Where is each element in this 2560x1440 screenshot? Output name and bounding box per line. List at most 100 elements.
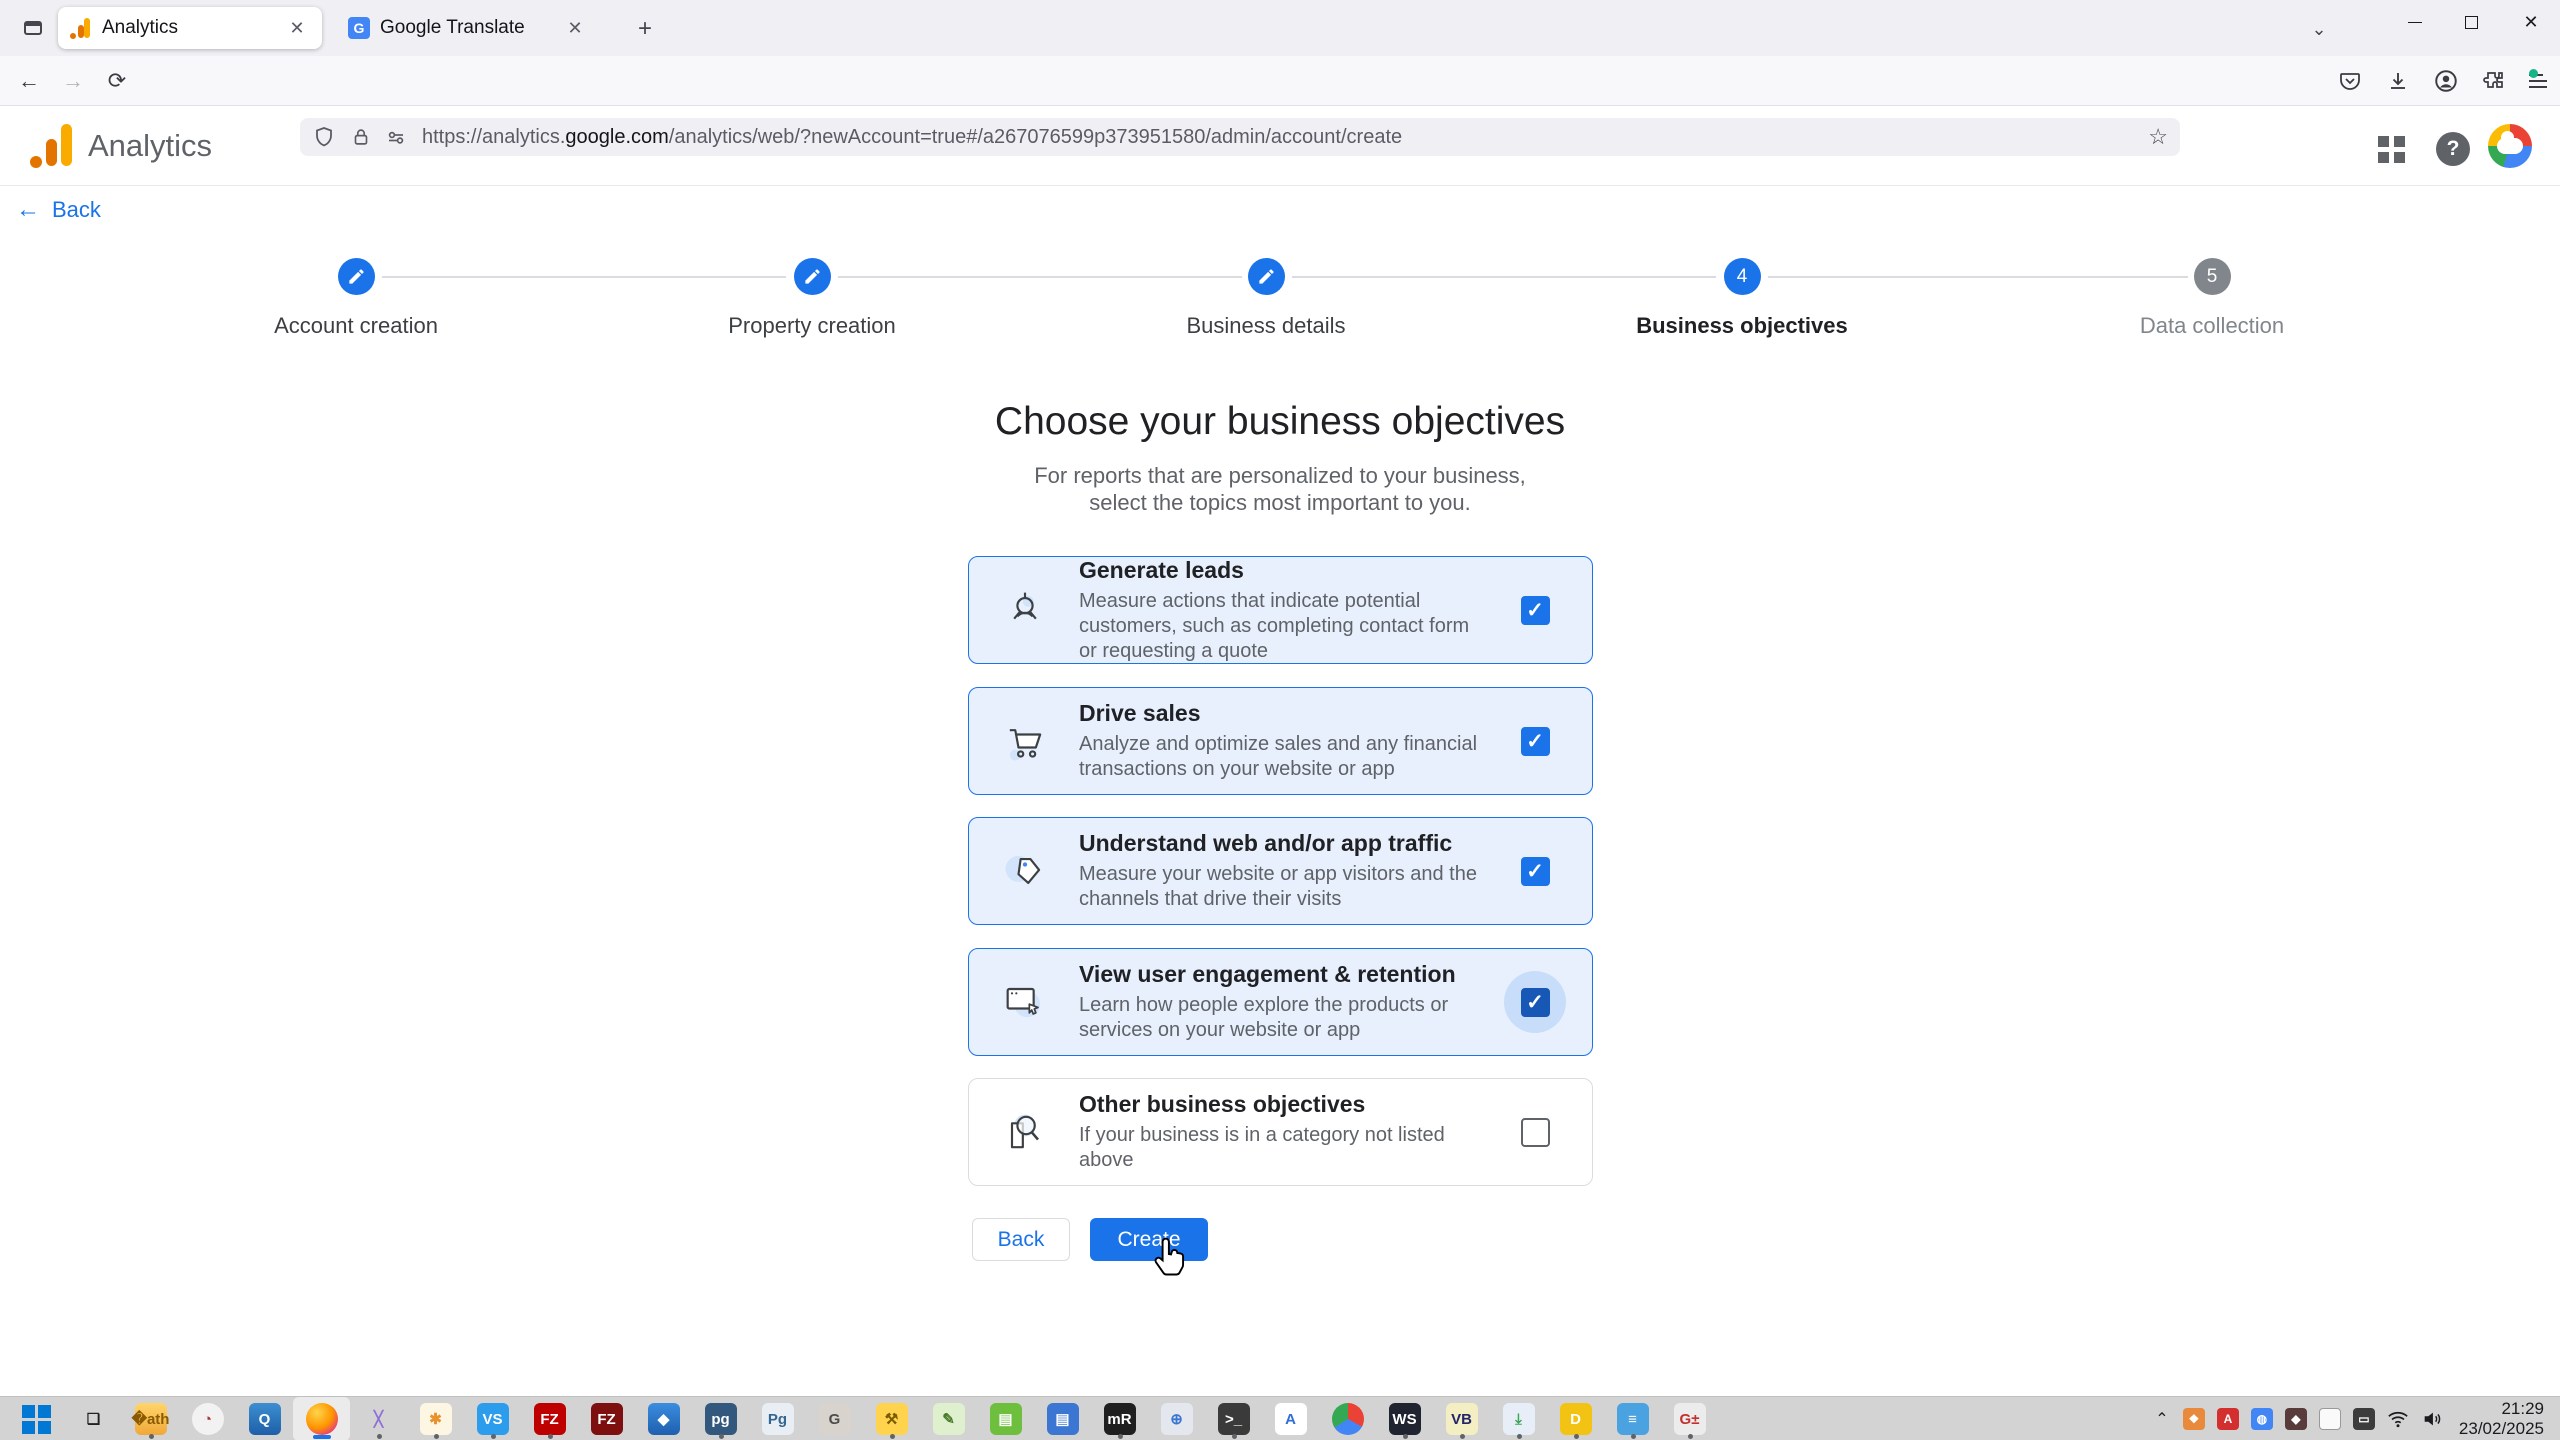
taskbar-defender[interactable]: ◆ (635, 1397, 692, 1440)
checkbox-user-engagement[interactable]: ✓ (1521, 988, 1550, 1017)
taskbar-filezilla[interactable]: FZ (521, 1397, 578, 1440)
tab-close-icon[interactable]: ✕ (562, 15, 588, 41)
taskbar-filezilla-server[interactable]: FZ (578, 1397, 635, 1440)
taskbar-writer-app-glyph: ▤ (1047, 1403, 1079, 1435)
back-nav-icon[interactable]: ← (12, 64, 46, 98)
taskbar-purple-x-app[interactable]: ╳ (350, 1397, 407, 1440)
taskbar-clock[interactable]: 21:29 23/02/2025 (2449, 1399, 2560, 1439)
taskbar-vscode[interactable]: VS (464, 1397, 521, 1440)
taskbar-server-globe[interactable]: ⊕ (1148, 1397, 1205, 1440)
tray-app-color[interactable]: ❖ (2177, 1397, 2211, 1440)
taskbar-firefox[interactable] (293, 1397, 350, 1440)
taskbar-notepad-app[interactable]: ≡ (1604, 1397, 1661, 1440)
taskbar-chrome[interactable] (1319, 1397, 1376, 1440)
tray-window-white[interactable] (2313, 1397, 2347, 1440)
menu-hamburger-icon[interactable] (2520, 64, 2556, 98)
apps-grid-icon[interactable] (2370, 128, 2412, 170)
new-tab-button[interactable]: + (630, 14, 660, 44)
taskbar-xnview[interactable]: ✱ (407, 1397, 464, 1440)
checkbox-understand-traffic[interactable]: ✓ (1521, 857, 1550, 886)
taskbar-pgadmin[interactable]: pg (692, 1397, 749, 1440)
tray-acrobat-glyph: A (2217, 1408, 2239, 1430)
taskbar: ❏�ath◔Q╳✱VSFZFZ◆pgPgG⚒✎▤▤mR⊕>_AWSVB⤓D≡G±… (0, 1396, 2560, 1440)
back-link[interactable]: ← Back (16, 196, 101, 224)
form-back-button[interactable]: Back (972, 1218, 1070, 1261)
tray-app-dark[interactable]: ◆ (2279, 1397, 2313, 1440)
taskbar-crypt-lock[interactable]: ⤓ (1490, 1397, 1547, 1440)
taskbar-vbnet[interactable]: VB (1433, 1397, 1490, 1440)
taskbar-compass-app-glyph: ◔ (192, 1403, 224, 1435)
step-label: Account creation (206, 313, 506, 339)
tab-google-translate[interactable]: G Google Translate ✕ (336, 7, 600, 49)
taskbar-cyberduck[interactable]: D (1547, 1397, 1604, 1440)
card-drive-sales[interactable]: Drive sales Analyze and optimize sales a… (968, 687, 1593, 795)
taskbar-terminal[interactable]: >_ (1205, 1397, 1262, 1440)
pocket-icon[interactable] (2332, 64, 2368, 98)
taskbar-tools-app[interactable]: ⚒ (863, 1397, 920, 1440)
taskbar-task-view-glyph: ❏ (78, 1403, 110, 1435)
taskbar-calc-app[interactable]: ▤ (977, 1397, 1034, 1440)
taskbar-task-view[interactable]: ❏ (65, 1397, 122, 1440)
card-generate-leads[interactable]: Generate leads Measure actions that indi… (968, 556, 1593, 664)
pencil-icon (347, 267, 366, 286)
taskbar-gimp[interactable]: G (806, 1397, 863, 1440)
url-text[interactable]: https://analytics.google.com/analytics/w… (422, 126, 2140, 149)
firefox-view-glyph (24, 21, 42, 35)
step-business-objectives[interactable]: 4 Business objectives (1592, 258, 1892, 339)
card-other-objectives[interactable]: Other business objectives If your busine… (968, 1078, 1593, 1186)
tray-keyboard[interactable]: ▭ (2347, 1397, 2381, 1440)
tab-close-icon[interactable]: ✕ (284, 15, 310, 41)
taskbar-cyberduck-glyph: D (1560, 1403, 1592, 1435)
firefox-view-icon[interactable] (16, 12, 50, 44)
card-understand-traffic[interactable]: Understand web and/or app traffic Measur… (968, 817, 1593, 925)
step-data-collection[interactable]: 5 Data collection (2062, 258, 2362, 339)
taskbar-start[interactable] (8, 1397, 65, 1440)
taskbar-mremoteng[interactable]: mR (1091, 1397, 1148, 1440)
desktop-screen: Analytics ✕ G Google Translate ✕ + ⌄ ✕ ←… (0, 0, 2560, 1440)
downloads-icon[interactable] (2380, 64, 2416, 98)
taskbar-purple-x-app-glyph: ╳ (363, 1403, 395, 1435)
taskbar-gitextensions-glyph: G± (1674, 1403, 1706, 1435)
checkbox-drive-sales[interactable]: ✓ (1521, 727, 1550, 756)
taskbar-filezilla-server-glyph: FZ (591, 1403, 623, 1435)
taskbar-compass-a-app[interactable]: A (1262, 1397, 1319, 1440)
permissions-icon[interactable] (384, 125, 408, 149)
tracking-shield-icon[interactable] (312, 125, 336, 149)
lock-icon[interactable] (350, 125, 372, 149)
account-icon[interactable] (2428, 64, 2464, 98)
taskbar-webstorm[interactable]: WS (1376, 1397, 1433, 1440)
reload-icon[interactable]: ⟳ (100, 64, 134, 98)
step-business-details[interactable]: 3 Business details (1116, 258, 1416, 339)
window-maximize-button[interactable] (2446, 0, 2496, 44)
taskbar-writer-app[interactable]: ▤ (1034, 1397, 1091, 1440)
step-label: Business details (1116, 313, 1416, 339)
checkbox-other-objectives[interactable] (1521, 1118, 1550, 1147)
taskbar-search-app[interactable]: Q (236, 1397, 293, 1440)
taskbar-file-explorer[interactable]: �ath (122, 1397, 179, 1440)
user-avatar[interactable] (2488, 124, 2532, 168)
step-property-creation[interactable]: 2 Property creation (662, 258, 962, 339)
window-close-button[interactable]: ✕ (2506, 0, 2556, 44)
volume-icon[interactable] (2415, 1397, 2449, 1440)
taskbar-notes-app[interactable]: ✎ (920, 1397, 977, 1440)
bookmark-star-icon[interactable]: ☆ (2148, 124, 2168, 150)
url-bar[interactable]: https://analytics.google.com/analytics/w… (300, 118, 2180, 156)
taskbar-compass-app[interactable]: ◔ (179, 1397, 236, 1440)
step-label: Data collection (2062, 313, 2362, 339)
list-all-tabs-icon[interactable]: ⌄ (2304, 14, 2334, 44)
help-icon[interactable]: ? (2432, 128, 2474, 170)
tab-analytics[interactable]: Analytics ✕ (58, 7, 322, 49)
card-user-engagement[interactable]: View user engagement & retention Learn h… (968, 948, 1593, 1056)
tray-app-blue[interactable]: ◍ (2245, 1397, 2279, 1440)
extensions-puzzle-icon[interactable] (2476, 64, 2512, 98)
tray-overflow-chevron[interactable]: ⌃ (2147, 1409, 2177, 1429)
leads-icon (999, 584, 1051, 636)
network-icon[interactable] (2381, 1397, 2415, 1440)
taskbar-gitextensions[interactable]: G± (1661, 1397, 1718, 1440)
window-minimize-button[interactable] (2390, 0, 2440, 44)
forward-nav-icon[interactable]: → (56, 64, 90, 98)
step-account-creation[interactable]: 1 Account creation (206, 258, 506, 339)
taskbar-postgresql[interactable]: Pg (749, 1397, 806, 1440)
checkbox-generate-leads[interactable]: ✓ (1521, 596, 1550, 625)
tray-acrobat[interactable]: A (2211, 1397, 2245, 1440)
